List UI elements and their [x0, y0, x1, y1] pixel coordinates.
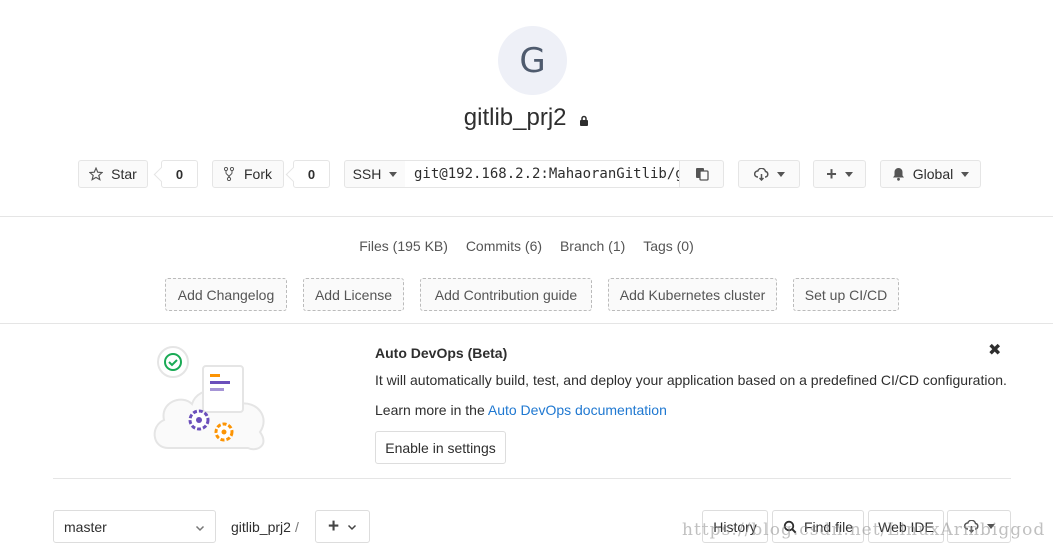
clone-protocol-label: SSH	[352, 166, 382, 182]
enable-in-settings-button[interactable]: Enable in settings	[375, 431, 506, 464]
fork-count[interactable]: 0	[293, 160, 330, 188]
learn-more-prefix: Learn more in the	[375, 402, 485, 418]
add-license-button[interactable]: Add License	[303, 278, 404, 311]
branch-name: master	[64, 519, 107, 535]
add-changelog-button[interactable]: Add Changelog	[165, 278, 287, 311]
project-stats: Files (195 KB) Commits (6) Branch (1) Ta…	[0, 238, 1053, 254]
project-title: gitlib_prj2	[0, 104, 1053, 133]
new-item-dropdown[interactable]: +	[813, 160, 866, 188]
auto-devops-docs-link[interactable]: Auto DevOps documentation	[488, 402, 667, 418]
chevron-down-icon	[195, 520, 205, 536]
avatar-letter: G	[519, 40, 546, 81]
star-icon	[89, 167, 104, 181]
copy-url-button[interactable]	[679, 160, 724, 188]
web-ide-button[interactable]: Web IDE	[868, 510, 944, 543]
clipboard-icon	[695, 167, 709, 181]
breadcrumb: gitlib_prj2/	[231, 519, 299, 535]
stat-files[interactable]: Files (195 KB)	[359, 238, 448, 254]
search-icon	[783, 520, 797, 534]
close-icon[interactable]: ✖	[988, 340, 1001, 360]
setup-cicd-button[interactable]: Set up CI/CD	[793, 278, 899, 311]
bell-icon	[892, 167, 905, 181]
star-button[interactable]: Star	[78, 160, 148, 188]
fork-label: Fork	[244, 166, 272, 182]
fork-button[interactable]: Fork	[212, 160, 284, 188]
download-dropdown[interactable]	[947, 510, 1011, 543]
star-label: Star	[111, 166, 137, 182]
plus-icon: +	[826, 164, 837, 184]
find-file-label: Find file	[803, 518, 854, 535]
add-kubernetes-cluster-button[interactable]: Add Kubernetes cluster	[608, 278, 777, 311]
notification-label: Global	[912, 166, 954, 182]
chevron-down-icon	[986, 524, 995, 529]
chevron-down-icon	[961, 171, 970, 177]
project-name: gitlib_prj2	[463, 104, 567, 131]
auto-devops-learn-more: Learn more in the Auto DevOps documentat…	[375, 402, 667, 418]
download-dropdown[interactable]	[738, 160, 800, 188]
download-icon	[753, 167, 769, 181]
divider	[0, 216, 1053, 217]
add-contribution-guide-button[interactable]: Add Contribution guide	[420, 278, 592, 311]
chevron-down-icon	[389, 171, 398, 177]
breadcrumb-separator: /	[294, 519, 299, 535]
chevron-down-icon	[844, 171, 853, 177]
notification-dropdown[interactable]: Global	[880, 160, 981, 188]
chevron-down-icon	[776, 171, 785, 177]
auto-devops-description: It will automatically build, test, and d…	[375, 372, 1007, 388]
breadcrumb-project[interactable]: gitlib_prj2	[231, 519, 291, 535]
auto-devops-illustration	[148, 340, 272, 460]
plus-icon: +	[327, 516, 340, 537]
stat-tags[interactable]: Tags (0)	[643, 238, 694, 254]
branch-select[interactable]: master	[53, 510, 216, 543]
auto-devops-title: Auto DevOps (Beta)	[375, 345, 508, 361]
add-to-tree-dropdown[interactable]: +	[315, 510, 370, 543]
lock-icon	[579, 105, 589, 133]
divider	[53, 478, 1011, 479]
divider	[0, 323, 1053, 324]
clone-url-input[interactable]: git@192.168.2.2:MahaoranGitlib/gitlib_pr…	[405, 160, 680, 188]
chevron-down-icon	[347, 522, 357, 532]
project-avatar: G	[498, 26, 567, 95]
clone-protocol-dropdown[interactable]: SSH	[344, 160, 406, 188]
download-icon	[963, 520, 979, 533]
find-file-button[interactable]: Find file	[772, 510, 864, 543]
stat-branch[interactable]: Branch (1)	[560, 238, 625, 254]
fork-icon	[224, 167, 234, 181]
history-button[interactable]: History	[702, 510, 768, 543]
stat-commits[interactable]: Commits (6)	[466, 238, 542, 254]
star-count[interactable]: 0	[161, 160, 198, 188]
